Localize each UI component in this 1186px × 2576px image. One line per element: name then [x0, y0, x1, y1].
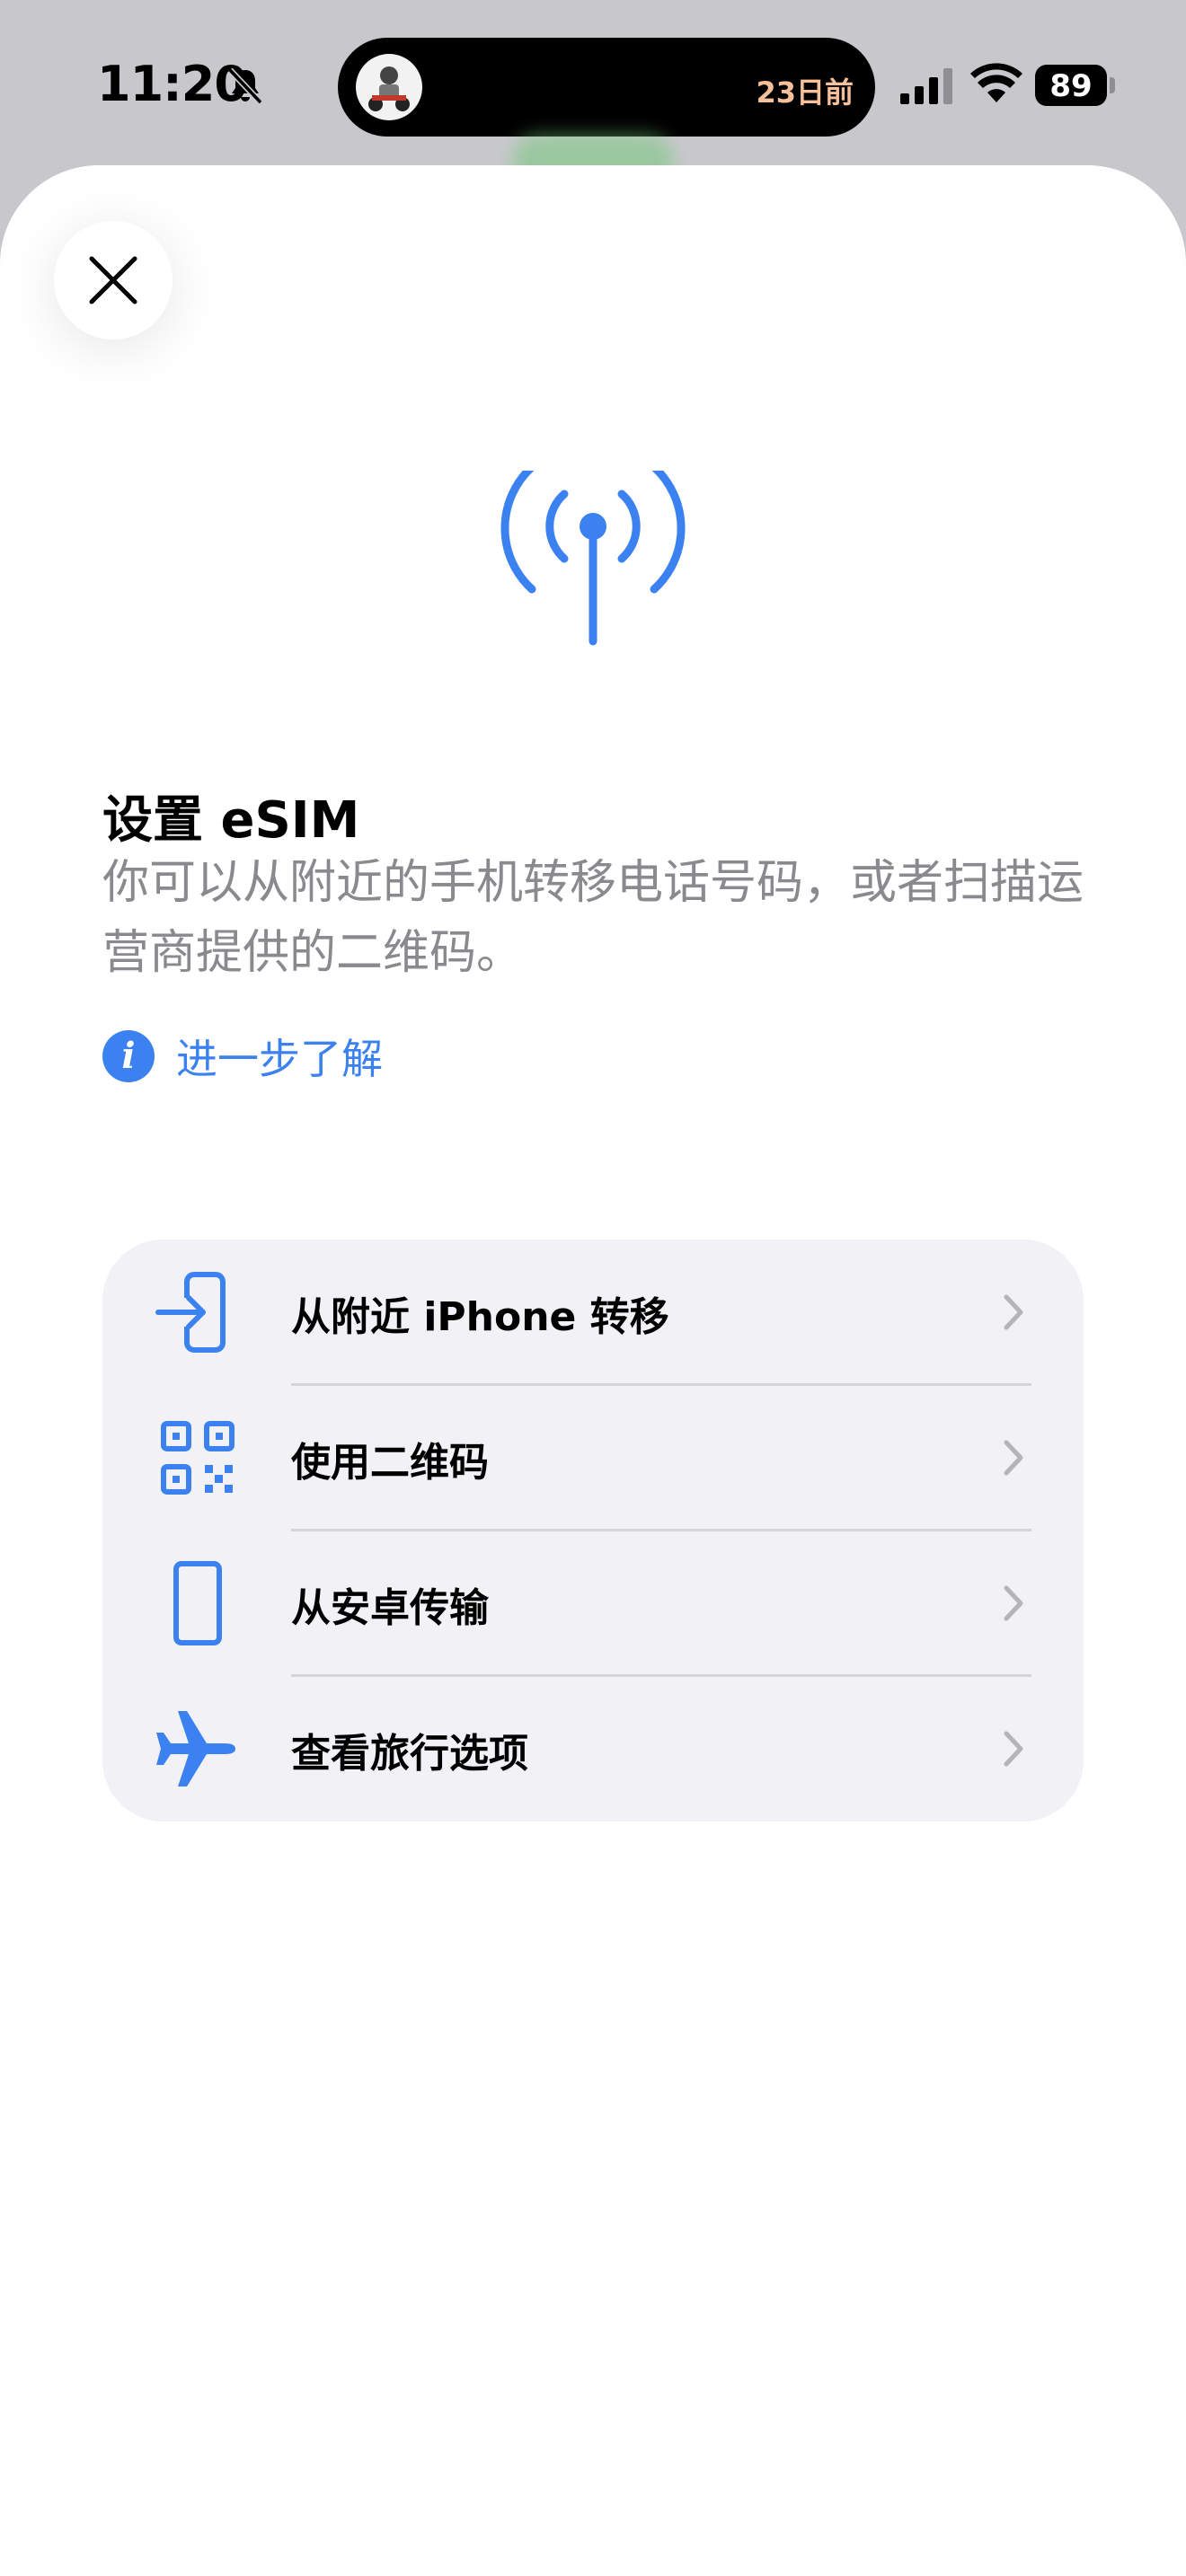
learn-more-label: 进一步了解 [176, 1035, 383, 1083]
battery-icon: 89 [1035, 65, 1107, 106]
setup-options-list: 从附近 iPhone 转移 使用二维码 从安卓传输 查看旅行选项 [102, 1239, 1084, 1822]
chevron-right-icon [1004, 1294, 1023, 1330]
cellular-signal-icon [900, 68, 952, 104]
page-subtitle: 你可以从附近的手机转移电话号码，或者扫描运营商提供的二维码。 [102, 856, 1084, 980]
page-title: 设置 eSIM [102, 791, 360, 850]
antenna-signal-icon [500, 471, 686, 646]
chevron-right-icon [1004, 1440, 1023, 1476]
option-label: 查看旅行选项 [291, 1731, 528, 1777]
chevron-right-icon [1004, 1585, 1023, 1621]
info-icon: i [102, 1030, 155, 1082]
battery-level: 89 [1049, 68, 1093, 104]
live-activity-avatar-icon [356, 54, 422, 120]
qr-code-icon [161, 1421, 235, 1495]
option-transfer-iphone[interactable]: 从附近 iPhone 转移 [102, 1239, 1084, 1385]
option-label: 从附近 iPhone 转移 [291, 1294, 669, 1340]
option-qr-code[interactable]: 使用二维码 [102, 1385, 1084, 1531]
close-button[interactable] [54, 221, 173, 340]
bell-muted-icon [227, 67, 263, 105]
option-label: 使用二维码 [291, 1440, 489, 1486]
option-label: 从安卓传输 [291, 1585, 489, 1631]
wifi-icon [970, 63, 1022, 102]
live-activity-text: 23日前 [756, 75, 854, 110]
chevron-right-icon [1004, 1731, 1023, 1767]
esim-setup-sheet: 设置 eSIM 你可以从附近的手机转移电话号码，或者扫描运营商提供的二维码。 i… [0, 165, 1186, 2576]
option-android-transfer[interactable]: 从安卓传输 [102, 1531, 1084, 1676]
battery-cap [1110, 77, 1115, 93]
phone-icon [173, 1561, 222, 1645]
transfer-icon [155, 1272, 226, 1353]
dynamic-island[interactable]: 23日前 [338, 38, 875, 137]
learn-more-link[interactable]: i 进一步了解 [102, 1028, 383, 1085]
close-icon [89, 256, 137, 304]
airplane-icon [156, 1711, 235, 1786]
option-travel[interactable]: 查看旅行选项 [102, 1676, 1084, 1822]
